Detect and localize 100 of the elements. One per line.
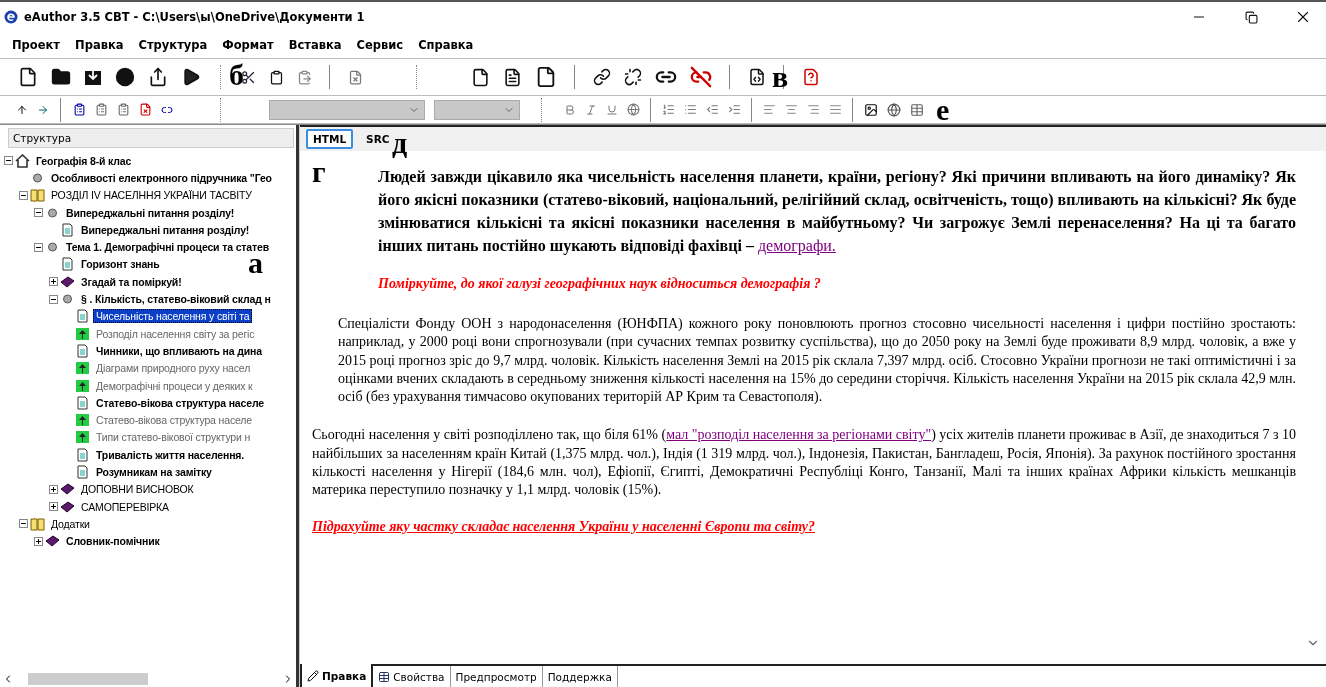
tree-item[interactable]: Словник-помічник: [63, 534, 163, 549]
tree-item[interactable]: Розумникам на замітку: [93, 465, 215, 479]
menu-item[interactable]: Проект: [12, 38, 61, 52]
clear-icon[interactable]: [348, 69, 363, 85]
tree-item[interactable]: § . Кількість, статево-віковий склад н: [78, 292, 274, 306]
underline-icon[interactable]: [606, 103, 618, 116]
sphere-icon: [60, 292, 75, 306]
bold-icon[interactable]: [564, 103, 576, 116]
tree-item[interactable]: Демографічні процеси у деяких к: [93, 378, 256, 393]
paragraph: Спеціалісти Фонду ООН з народонаселення (ЮНФПА) кожного року поновлюють прогноз стосовно чисельності населення і цифри постійно зростають: наприклад, у 2000 році вони спрогнозували (при сучасних темпах розвитку суспільства), що до 2050 року на Землі буде проживати 8,9 млрд. чоловік, а вже у 2015 році прогноз зріс до 9,7 млрд. чоловік. Кількість населення Землі на 2015 рік склала 7,397 млрд. осіб. Стосовно України прогнози не такі оптимістичні і за оцінками вчених складають в середньому зниження кількості населення на 15% до середини сторіччя. Кількість населення України на 2015 рік склала 42,9 млн. осіб (без урахування тимчасово окупованих територій АР Крим та Севастополя).: [338, 315, 1296, 407]
folder-icon[interactable]: [51, 67, 71, 87]
tree-item[interactable]: Статево-вікова структура населе: [93, 395, 267, 410]
tree-item[interactable]: Випереджальні питання розділу!: [63, 205, 238, 220]
expand-icon[interactable]: [49, 502, 58, 512]
bullet-list-icon[interactable]: [684, 103, 697, 116]
expand-icon[interactable]: [34, 536, 43, 546]
link-icon[interactable]: [593, 68, 611, 86]
align-left-icon[interactable]: [763, 103, 776, 116]
panel-header: Структура: [8, 128, 294, 148]
tree-item[interactable]: ДОПОВНИ ВИСНОВОК: [78, 482, 197, 497]
annotation-letter: б: [229, 60, 244, 90]
bottom-tab[interactable]: Правка: [300, 664, 374, 687]
document-icon[interactable]: [748, 68, 766, 86]
collapse-icon[interactable]: [34, 242, 43, 252]
expand-icon[interactable]: [49, 484, 58, 494]
tree-item[interactable]: Горизонт знань: [78, 257, 163, 272]
globe-icon[interactable]: [627, 103, 640, 116]
play-icon[interactable]: [181, 67, 201, 87]
menu-item[interactable]: Вставка: [288, 38, 342, 52]
view-tab[interactable]: HTML: [306, 129, 354, 149]
move-up-icon[interactable]: [16, 103, 28, 116]
share-icon[interactable]: [148, 67, 168, 87]
align-center-icon[interactable]: [785, 103, 798, 116]
page-icon[interactable]: [471, 67, 490, 87]
tree-item[interactable]: РОЗДІЛ IV НАСЕЛННЯ УКРАЇНИ ТАСВІТУ: [48, 188, 255, 203]
menu-item[interactable]: Справка: [418, 38, 474, 52]
image-icon[interactable]: [864, 102, 878, 117]
menu-item[interactable]: Формат: [222, 38, 274, 52]
menu-item[interactable]: Правка: [75, 38, 124, 52]
sibling-node-icon[interactable]: [95, 103, 108, 116]
annotation-letter: в: [772, 62, 789, 92]
align-right-icon[interactable]: [807, 103, 820, 116]
blank-page-icon[interactable]: [535, 66, 557, 88]
clipboard-icon[interactable]: [269, 69, 284, 85]
table-icon[interactable]: [910, 102, 924, 117]
unlink-icon[interactable]: [624, 68, 642, 86]
move-right-icon[interactable]: [37, 103, 49, 116]
tree-item[interactable]: Випереджальні питання розділу!: [78, 222, 253, 237]
page-icon: [75, 343, 90, 358]
indent-icon[interactable]: [728, 103, 741, 116]
delete-node-icon[interactable]: [139, 103, 152, 116]
child-node-icon[interactable]: [117, 103, 130, 116]
justify-icon[interactable]: [829, 103, 842, 116]
tree-item[interactable]: Розподіл населення світу за регіс: [93, 326, 258, 341]
tree-item[interactable]: Чинники, що впливають на дина: [93, 343, 265, 358]
collapse-icon[interactable]: [49, 294, 58, 304]
tree-item[interactable]: Діаграми природного руху насел: [93, 361, 254, 376]
properties-icon: [378, 670, 391, 683]
numbered-list-icon[interactable]: [662, 103, 675, 116]
download-icon[interactable]: [84, 68, 102, 86]
collapse-icon[interactable]: [4, 156, 13, 166]
add-node-icon[interactable]: [73, 103, 86, 116]
tree-item[interactable]: Тривалість життя населення.: [93, 447, 248, 462]
collapse-icon[interactable]: [19, 190, 28, 200]
menu-item[interactable]: Сервис: [356, 38, 404, 52]
annotation-letter: г: [312, 157, 326, 187]
link[interactable]: мал "розподіл населення за регіонами світу": [666, 427, 932, 443]
tree-item[interactable]: Чисельність населення у світі та: [93, 309, 253, 324]
collapse-icon[interactable]: [19, 519, 28, 529]
page-icon: [60, 257, 75, 272]
link[interactable]: демографи.: [757, 237, 836, 254]
restore-icon[interactable]: [1244, 10, 1258, 24]
scrollbar-thumb[interactable]: [28, 673, 148, 685]
app-logo-icon: [4, 10, 18, 24]
tree-item[interactable]: Географія 8-й клас: [33, 153, 135, 168]
tree-item[interactable]: Статево-вікова структура населе: [93, 413, 255, 428]
paragraph: Людей завжди цікавило яка чисельність населення планети, країни, регіону? Які причини впливають на його динаміку? Як його якісні показники (статево-віковий, національний, релігійний склад, освітченість, тощо) впливають на кількісні? Як буде змінюватися кількісні та якісні показники населення в майбутньому? Чи загрожує Землі перенаселення? На ці та багато інших питань постійно шукають відповіді фахівці – демографи.: [378, 167, 1296, 257]
new-file-icon[interactable]: [18, 67, 38, 87]
text-page-icon[interactable]: [503, 67, 522, 87]
tree-item[interactable]: САМОПЕРЕВІРКА: [78, 499, 172, 514]
tree-item[interactable]: Типи статево-вікової структури н: [93, 430, 254, 445]
page-icon: [75, 447, 90, 462]
collapse-icon[interactable]: [34, 208, 43, 218]
sphere-icon: [45, 240, 60, 255]
paragraph: Сьогодні населення у світі розподіллено так, що біля 61% (мал "розподіл населення за регіонами світу") усіх жителів планети проживає в Азії, де знаходиться 7 з 10 найбільших за населенням країн Китай (1,375 млрд. чол.), Індія (1 319 млрд. чол.), Індонезія, Пакистан, Бангладеш, Росія, Японія). За рахунок постійного зростання кількості населення у Нігерії (184,6 млн. чол), Ефіопії, Єгипті, Демократичні Республіці Конго, Танзанії, Малі та інших країнах Африки кількість мешканців материка переступило позначку у 1,1 млрд. чоловік (15%).: [312, 426, 1296, 500]
tree-item[interactable]: Особливості електронного підручника "Гео: [48, 170, 275, 185]
question-page-icon[interactable]: [802, 68, 820, 86]
scissors-icon[interactable]: [241, 69, 256, 85]
outdent-icon[interactable]: [706, 103, 719, 116]
page-icon: [75, 395, 90, 410]
expand-icon[interactable]: [49, 277, 58, 287]
tree-item[interactable]: Згадай та поміркуй!: [78, 274, 185, 289]
paste-icon[interactable]: [297, 69, 312, 85]
tree-item[interactable]: Тема 1. Демографічні процеси та статев: [63, 240, 272, 255]
media-icon[interactable]: [887, 102, 901, 117]
broken-chain-icon[interactable]: [690, 66, 712, 88]
menu-item[interactable]: Структура: [138, 38, 208, 52]
page-icon: [60, 222, 75, 237]
tree-item[interactable]: Додатки: [48, 516, 93, 531]
italic-icon[interactable]: [585, 103, 597, 116]
